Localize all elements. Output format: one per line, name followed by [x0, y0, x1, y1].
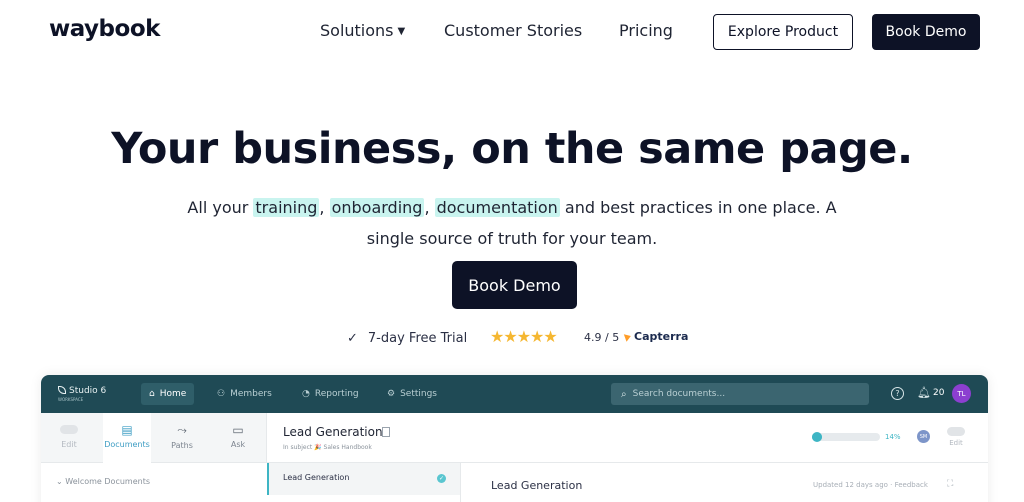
nav-solutions-label: Solutions [320, 21, 394, 40]
book-demo-nav-button[interactable]: Book Demo [872, 14, 980, 50]
content-title: Lead Generation [491, 479, 583, 492]
document-edit-toggle[interactable]: Edit [947, 427, 965, 447]
progress-percent: 14% [885, 433, 901, 441]
rating-stars-icon: ★★★★★ [490, 327, 558, 346]
bell-icon: 🔔︎ [917, 386, 931, 399]
highlight-onboarding: onboarding [329, 198, 425, 217]
gear-icon: ⚙ [387, 389, 396, 399]
check-icon: ✓ [347, 330, 358, 346]
welcome-documents-label: Welcome Documents [65, 477, 150, 486]
rating-value: 4.9 / 5 [584, 331, 620, 344]
tool-ask-label: Ask [230, 440, 246, 449]
app-topbar: Studio 6 WORKSPACE ⌂ Home ⚇ Members ◔ Report… [41, 375, 988, 413]
progress-dot [812, 432, 822, 442]
hero-subtitle: All your training, onboarding, documenta… [170, 192, 854, 254]
book-demo-hero-button[interactable]: Book Demo [452, 261, 577, 309]
hero-sub-pre: All your [187, 198, 254, 217]
progress-bar [812, 432, 880, 442]
nav-customer-stories[interactable]: Customer Stories [444, 21, 582, 40]
waybook-logo[interactable]: waybook [49, 16, 160, 42]
search-icon: ⌕ [621, 388, 627, 400]
leaf-icon [58, 386, 66, 394]
sidebar-tools: Edit ▤ Documents ⤳ Paths ▭ Ask [41, 413, 267, 463]
document-title: Lead Generation [283, 425, 383, 439]
free-trial-note: ✓ 7-day Free Trial [347, 329, 467, 347]
tab-home-label: Home [159, 389, 187, 399]
path-icon: ⤳ [177, 423, 187, 437]
nav-solutions[interactable]: Solutions ▼ [320, 21, 405, 40]
capterra-icon [623, 331, 633, 342]
divider [460, 463, 461, 502]
chart-icon: ◔ [302, 389, 310, 399]
edit-toggle[interactable]: Edit [49, 423, 89, 449]
help-icon[interactable]: ? [891, 387, 904, 400]
tab-settings-label: Settings [400, 389, 437, 399]
document-subject: In subject 🎉 Sales Handbook [283, 444, 372, 451]
capterra-badge[interactable]: Capterra [623, 330, 689, 343]
toggle-switch [60, 425, 78, 434]
caret-down-icon: ▼ [397, 26, 406, 37]
search-placeholder: Search documents... [632, 389, 726, 399]
workspace-sub: WORKSPACE [58, 397, 84, 402]
tool-ask[interactable]: ▭ Ask [218, 423, 258, 449]
tab-reporting-label: Reporting [314, 389, 359, 399]
capterra-label: Capterra [634, 330, 689, 343]
tool-documents[interactable]: ▤ Documents [103, 413, 151, 463]
welcome-documents-folder[interactable]: ⌄ Welcome Documents [56, 477, 150, 486]
tab-reporting[interactable]: ◔ Reporting [294, 383, 367, 405]
explore-product-button[interactable]: Explore Product [713, 14, 853, 50]
edit-label: Edit [61, 440, 77, 449]
updated-note: Updated 12 days ago · Feedback [813, 481, 928, 489]
chat-icon: ▭ [232, 423, 244, 437]
list-item-label: Lead Generation [283, 473, 350, 482]
document-header: Lead Generation In subject 🎉 Sales Handb… [267, 413, 988, 463]
hero-sep-1: , [319, 198, 330, 217]
free-trial-label: 7-day Free Trial [367, 330, 468, 346]
tab-members[interactable]: ⚇ Members [209, 383, 280, 405]
document-icon: ▤ [121, 423, 133, 437]
toggle-switch [947, 427, 965, 436]
tab-settings[interactable]: ⚙ Settings [379, 383, 445, 405]
nav-pricing[interactable]: Pricing [619, 21, 673, 40]
hero-title: Your business, on the same page. [111, 124, 913, 174]
avatar[interactable]: TL [952, 384, 971, 403]
workspace-name[interactable]: Studio 6 WORKSPACE [58, 386, 106, 402]
notification-count: 20 [932, 387, 945, 398]
highlight-training: training [253, 198, 320, 217]
tool-documents-label: Documents [104, 440, 150, 449]
notifications-button[interactable]: 🔔︎ 20 [917, 386, 944, 399]
list-item[interactable]: Lead Generation ✓ [267, 463, 460, 495]
home-icon: ⌂ [149, 389, 155, 399]
tab-home[interactable]: ⌂ Home [141, 383, 195, 405]
top-nav: waybook Solutions ▼ Customer Stories Pric… [0, 0, 1024, 64]
app-preview: Studio 6 WORKSPACE ⌂ Home ⚇ Members ◔ Report… [41, 375, 988, 502]
hero-sep-2: , [424, 198, 435, 217]
check-circle-icon: ✓ [437, 474, 446, 483]
tool-paths[interactable]: ⤳ Paths [162, 423, 202, 450]
users-icon: ⚇ [217, 389, 226, 399]
bookmark-icon[interactable] [382, 427, 390, 437]
tab-members-label: Members [230, 389, 272, 399]
chevron-down-icon: ⌄ [56, 477, 66, 486]
search-input[interactable]: ⌕ Search documents... [611, 383, 869, 405]
collaborator-avatar: SM [917, 430, 930, 443]
expand-icon[interactable]: ⛶ [947, 479, 953, 489]
document-edit-label: Edit [949, 439, 963, 447]
workspace-label: Studio 6 [69, 386, 107, 396]
highlight-documentation: documentation [434, 198, 560, 217]
tool-paths-label: Paths [171, 441, 193, 450]
